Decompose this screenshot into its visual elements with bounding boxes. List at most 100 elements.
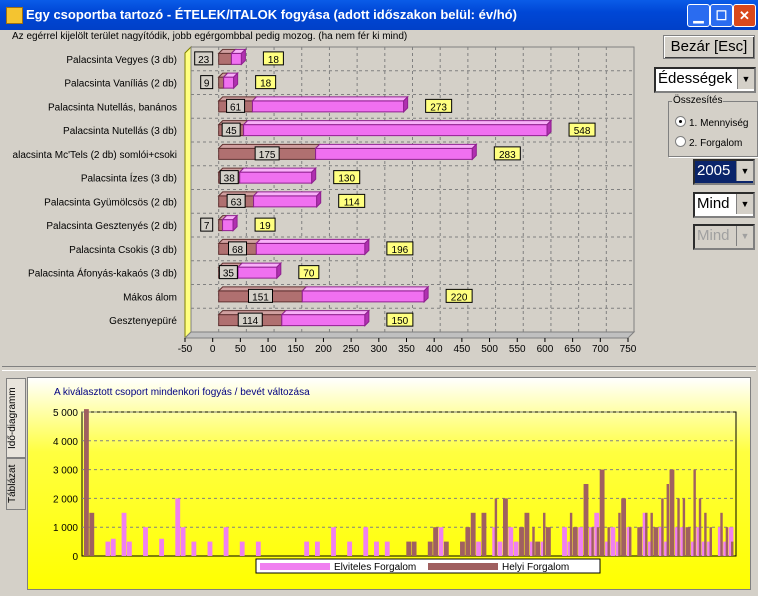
- bar-helyi: [481, 512, 487, 556]
- bar-elviteles-top: [236, 262, 283, 268]
- bar-elviteles-top: [252, 191, 322, 197]
- y-tick-label: 2 000: [53, 494, 78, 505]
- chevron-down-icon[interactable]: ▼: [736, 194, 753, 214]
- item-consumption-chart[interactable]: -50 0 50 100 150 200 250 300 350 400 450 500 550 600 6…: [0, 42, 660, 358]
- chart-title: A kiválasztott csoport mindenkori fogyás…: [54, 387, 310, 398]
- bar-elviteles: [513, 541, 519, 556]
- x-tick-label: 400: [426, 344, 443, 355]
- elviteles-value-label: 18: [268, 55, 280, 66]
- bar-elviteles: [253, 195, 318, 208]
- x-tick-label: 300: [370, 344, 387, 355]
- close-icon: ✕: [739, 8, 750, 23]
- chevron-down-icon[interactable]: ▼: [736, 161, 753, 181]
- bar-helyi: [704, 512, 707, 556]
- bar-elviteles: [314, 541, 320, 556]
- bar-elviteles: [476, 541, 481, 556]
- category-label: Palacsinta Gyümölcsös (2 db): [44, 197, 177, 208]
- bar-helyi: [535, 541, 541, 556]
- bar-elviteles-top: [242, 120, 553, 126]
- category-label: Palacsinta Vegyes (3 db): [66, 55, 177, 66]
- radio-dot: [675, 136, 686, 147]
- elviteles-value-label: 548: [574, 126, 591, 137]
- legend-label: Elviteles Forgalom: [334, 562, 416, 573]
- elviteles-value-label: 283: [499, 150, 516, 161]
- year-combo[interactable]: 2005 ▼: [693, 159, 755, 185]
- category-value: Édességek: [658, 70, 733, 87]
- maximize-button[interactable]: ☐: [710, 4, 733, 27]
- bar-elviteles: [243, 124, 548, 137]
- chart-floor: [183, 331, 636, 339]
- x-tick-label: 450: [454, 344, 471, 355]
- helyi-value-label: 35: [223, 269, 235, 280]
- y-tick-label: 5 000: [53, 408, 78, 419]
- chevron-down-icon: ▼: [736, 226, 753, 246]
- tab-time-diagram[interactable]: Idő-diagramm: [6, 378, 26, 458]
- bar-helyi: [406, 541, 412, 556]
- category-label: Palacsinta Nutellás, banános: [48, 102, 177, 113]
- chart-background: [28, 378, 750, 589]
- title-bar[interactable]: Egy csoportba tartozó - ÉTELEK/ITALOK fo…: [0, 0, 758, 30]
- bar-helyi: [709, 527, 712, 556]
- radio-revenue[interactable]: 2. Forgalom: [675, 136, 742, 149]
- bar-helyi: [543, 512, 546, 556]
- bar-elviteles-top: [251, 96, 409, 102]
- close-window-button[interactable]: ✕: [733, 4, 756, 27]
- bar-helyi: [591, 527, 594, 556]
- elviteles-value-label: 196: [392, 245, 409, 256]
- bar-elviteles: [508, 527, 514, 556]
- bar-helyi: [532, 527, 535, 556]
- helyi-value-label: 9: [204, 79, 210, 90]
- month-combo[interactable]: Mind ▼: [693, 192, 755, 218]
- tab-table[interactable]: Táblázat: [6, 458, 26, 510]
- bar-helyi: [218, 52, 232, 65]
- helyi-value-label: 23: [198, 55, 210, 66]
- close-button[interactable]: Bezár [Esc]: [663, 35, 755, 59]
- bar-elviteles: [143, 527, 148, 556]
- bar-helyi: [682, 498, 686, 556]
- bar-helyi: [470, 512, 476, 556]
- splitter[interactable]: [2, 366, 756, 371]
- bar-elviteles: [363, 527, 369, 556]
- bar-helyi: [569, 512, 573, 556]
- year-value: 2005: [697, 162, 731, 179]
- elviteles-value-label: 18: [260, 79, 272, 90]
- bar-helyi: [599, 469, 605, 556]
- bar-helyi: [720, 512, 723, 556]
- bar-helyi: [653, 527, 659, 556]
- y-tick-label: 1 000: [53, 523, 78, 534]
- x-tick-label: 100: [260, 344, 277, 355]
- bar-helyi: [677, 498, 680, 556]
- x-tick-label: 150: [287, 344, 304, 355]
- helyi-value-label: 7: [204, 221, 210, 232]
- bar-elviteles: [223, 76, 235, 89]
- bar-elviteles: [374, 541, 379, 556]
- bar-elviteles: [239, 541, 245, 556]
- helyi-value-label: 68: [232, 245, 244, 256]
- category-combo[interactable]: Édességek ▼: [654, 67, 756, 93]
- bar-helyi: [698, 498, 702, 556]
- maximize-icon: ☐: [715, 8, 728, 23]
- bar-helyi: [666, 484, 669, 556]
- category-label: Palacsinta Gesztenyés (2 db): [46, 221, 177, 232]
- time-chart[interactable]: A kiválasztott csoport mindenkori fogyás…: [28, 378, 750, 589]
- category-label: Palacsinta Nutellás (3 db): [63, 126, 177, 137]
- bar-helyi: [427, 541, 433, 556]
- x-tick-label: 700: [592, 344, 609, 355]
- x-tick-label: 750: [620, 344, 637, 355]
- bar-elviteles: [237, 266, 278, 279]
- bar-helyi: [524, 512, 530, 556]
- bar-elviteles: [207, 541, 213, 556]
- summary-group: Összesítés 1. Mennyiség 2. Forgalom: [668, 95, 758, 157]
- bar-elviteles: [251, 100, 405, 113]
- minimize-button[interactable]: ▁: [687, 4, 710, 27]
- chevron-down-icon[interactable]: ▼: [737, 69, 754, 89]
- day-value: Mind: [697, 227, 730, 244]
- bar-elviteles: [562, 527, 567, 556]
- legend-swatch-helyi: [428, 563, 498, 570]
- radio-quantity[interactable]: 1. Mennyiség: [675, 116, 748, 129]
- bar-elviteles: [110, 538, 116, 556]
- x-tick-label: 50: [235, 344, 247, 355]
- bar-helyi: [725, 527, 729, 556]
- bar-helyi: [465, 527, 471, 556]
- chart-left-wall: [184, 45, 192, 340]
